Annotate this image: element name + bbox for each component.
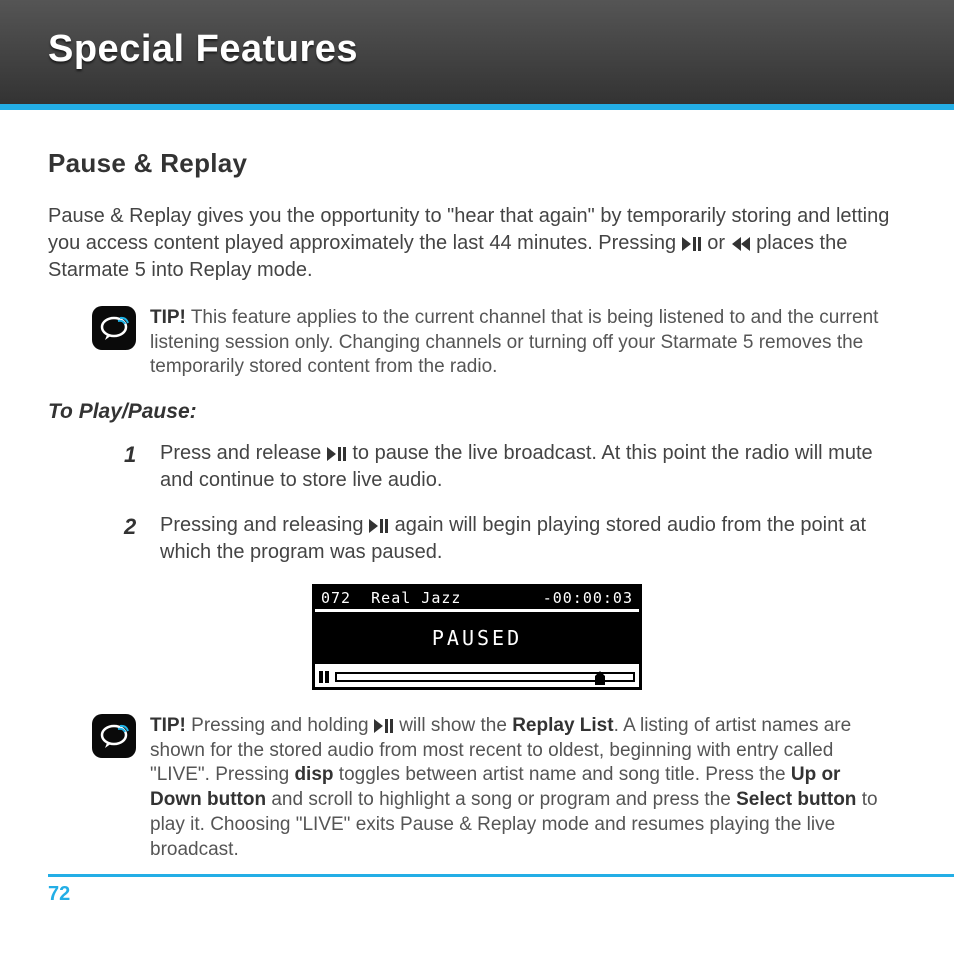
tip-1-body: This feature applies to the current chan… [150,307,878,377]
step-1: Press and release to pause the live broa… [124,440,906,494]
page-number: 72 [48,883,70,905]
page-footer: 72 [48,874,954,906]
tip-2-mid4: and scroll to highlight a song or progra… [266,789,736,810]
step-2a: Pressing and releasing [160,514,363,536]
select-label: Select button [736,789,856,810]
step-2: Pressing and releasing again will begin … [124,512,906,566]
step-1a: Press and release [160,442,327,464]
tip-1-text: TIP! This feature applies to the current… [150,306,896,380]
tip-icon [92,306,136,350]
steps-list: Press and release to pause the live broa… [124,440,906,566]
tip-block-2: TIP! Pressing and holding will show the … [92,714,906,862]
rewind-icon [731,237,751,251]
section-heading: Pause & Replay [48,148,906,179]
tip-block-1: TIP! This feature applies to the current… [92,306,906,380]
page-header: Special Features [0,0,954,110]
page-title: Special Features [48,28,906,71]
intro-text-b: or [707,232,725,254]
tip-1-label: TIP! [150,307,186,328]
tip-2-mid3: toggles between artist name and song tit… [334,764,791,785]
page-content: Pause & Replay Pause & Replay gives you … [0,110,954,862]
progress-marker [595,671,605,685]
replay-list-label: Replay List [512,715,613,736]
lcd-time: -00:00:03 [543,589,633,607]
intro-paragraph: Pause & Replay gives you the opportunity… [48,203,906,284]
lcd-display: 072 Real Jazz -00:00:03 PAUSED [312,584,642,690]
subheading: To Play/Pause: [48,400,906,424]
tip-2-text: TIP! Pressing and holding will show the … [150,714,896,862]
tip-2-pre: Pressing and holding [191,715,368,736]
tip-2-mid1: will show the [399,715,512,736]
pause-icon [319,671,331,683]
tip-icon [92,714,136,758]
lcd-top-row: 072 Real Jazz -00:00:03 [315,587,639,609]
lcd-progress-row [315,667,639,687]
play-pause-icon [369,519,389,533]
play-pause-icon [374,719,394,733]
lcd-status: PAUSED [315,609,639,667]
tip-2-label: TIP! [150,715,186,736]
lcd-channel: 072 Real Jazz [321,589,461,607]
play-pause-icon [327,447,347,461]
play-pause-icon [682,237,702,251]
disp-label: disp [294,764,333,785]
progress-bar [335,672,635,682]
